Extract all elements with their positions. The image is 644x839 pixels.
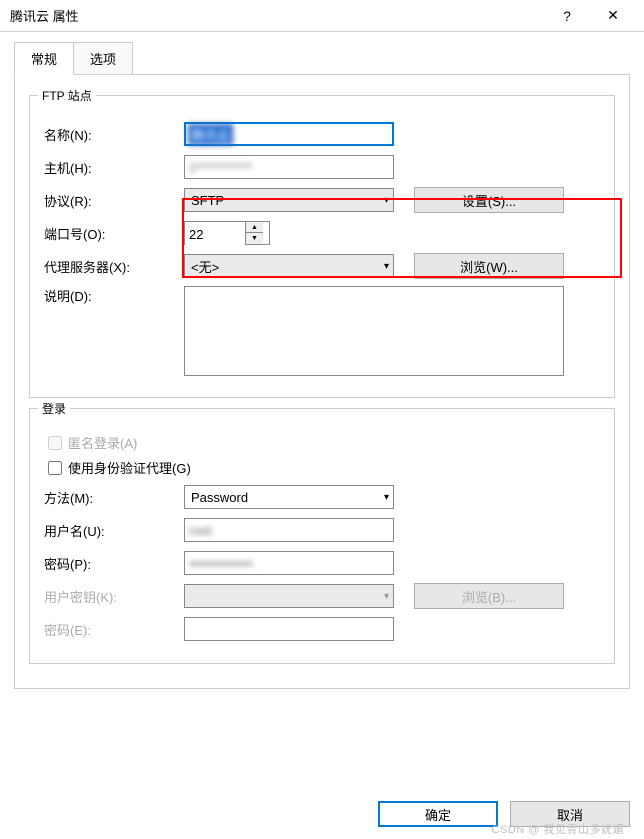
group-login-label: 登录 bbox=[38, 400, 70, 417]
proxy-select[interactable]: <无> ▾ bbox=[184, 254, 394, 278]
spinner-up-icon[interactable]: ▲ bbox=[246, 222, 263, 233]
group-ftp: FTP 站点 名称(N): 腾讯云 主机(H): 1*********** 协议… bbox=[29, 95, 615, 398]
auth-agent-checkbox-input[interactable] bbox=[48, 461, 62, 475]
help-icon[interactable]: ? bbox=[544, 0, 590, 32]
pwd-label: 密码(P): bbox=[44, 554, 184, 573]
protocol-select[interactable]: SFTP ▾ bbox=[184, 188, 394, 212]
tabs: 常规 选项 bbox=[14, 42, 644, 75]
proxy-label: 代理服务器(X): bbox=[44, 257, 184, 276]
port-input[interactable] bbox=[185, 222, 245, 246]
group-login: 登录 匿名登录(A) 使用身份验证代理(G) 方法(M): Password ▾… bbox=[29, 408, 615, 664]
host-label: 主机(H): bbox=[44, 158, 184, 177]
port-label: 端口号(O): bbox=[44, 224, 184, 243]
cancel-button[interactable]: 取消 bbox=[510, 801, 630, 827]
anon-checkbox: 匿名登录(A) bbox=[48, 433, 600, 452]
key-select: ▾ bbox=[184, 584, 394, 608]
titlebar: 腾讯云 属性 ? ✕ bbox=[0, 0, 644, 32]
chevron-down-icon: ▾ bbox=[384, 261, 389, 272]
method-select[interactable]: Password ▾ bbox=[184, 485, 394, 509]
close-icon[interactable]: ✕ bbox=[590, 0, 636, 32]
tab-panel: FTP 站点 名称(N): 腾讯云 主机(H): 1*********** 协议… bbox=[14, 74, 630, 689]
settings-button[interactable]: 设置(S)... bbox=[414, 187, 564, 213]
window-title: 腾讯云 属性 bbox=[10, 6, 544, 25]
user-value: root bbox=[189, 523, 211, 538]
browse-key-button: 浏览(B)... bbox=[414, 583, 564, 609]
pwd-input[interactable]: •••••••••••••• bbox=[184, 551, 394, 575]
user-label: 用户名(U): bbox=[44, 521, 184, 540]
auth-agent-checkbox[interactable]: 使用身份验证代理(G) bbox=[48, 458, 600, 477]
chevron-down-icon: ▾ bbox=[384, 492, 389, 503]
ok-button[interactable]: 确定 bbox=[378, 801, 498, 827]
keypwd-label: 密码(E): bbox=[44, 620, 184, 639]
proxy-value: <无> bbox=[191, 257, 219, 276]
host-value: 1*********** bbox=[189, 160, 252, 175]
protocol-value: SFTP bbox=[191, 193, 224, 208]
chevron-down-icon: ▾ bbox=[384, 195, 389, 206]
user-input[interactable]: root bbox=[184, 518, 394, 542]
browse-proxy-button[interactable]: 浏览(W)... bbox=[414, 253, 564, 279]
key-label: 用户密钥(K): bbox=[44, 587, 184, 606]
tab-general[interactable]: 常规 bbox=[14, 42, 74, 75]
spinner-down-icon[interactable]: ▼ bbox=[246, 233, 263, 244]
desc-textarea[interactable] bbox=[184, 286, 564, 376]
name-value: 腾讯云 bbox=[188, 124, 233, 145]
group-ftp-label: FTP 站点 bbox=[38, 87, 96, 104]
name-input[interactable]: 腾讯云 bbox=[184, 122, 394, 146]
anon-checkbox-input bbox=[48, 436, 62, 450]
auth-agent-label: 使用身份验证代理(G) bbox=[68, 458, 191, 477]
keypwd-input bbox=[184, 617, 394, 641]
tab-options[interactable]: 选项 bbox=[73, 42, 133, 75]
port-spinner[interactable]: ▲ ▼ bbox=[184, 221, 270, 245]
host-input[interactable]: 1*********** bbox=[184, 155, 394, 179]
pwd-value: •••••••••••••• bbox=[189, 556, 253, 571]
desc-label: 说明(D): bbox=[44, 286, 184, 305]
name-label: 名称(N): bbox=[44, 125, 184, 144]
footer-buttons: 确定 取消 bbox=[378, 801, 630, 827]
method-label: 方法(M): bbox=[44, 488, 184, 507]
anon-label: 匿名登录(A) bbox=[68, 433, 137, 452]
chevron-down-icon: ▾ bbox=[384, 591, 389, 602]
method-value: Password bbox=[191, 490, 248, 505]
protocol-label: 协议(R): bbox=[44, 191, 184, 210]
